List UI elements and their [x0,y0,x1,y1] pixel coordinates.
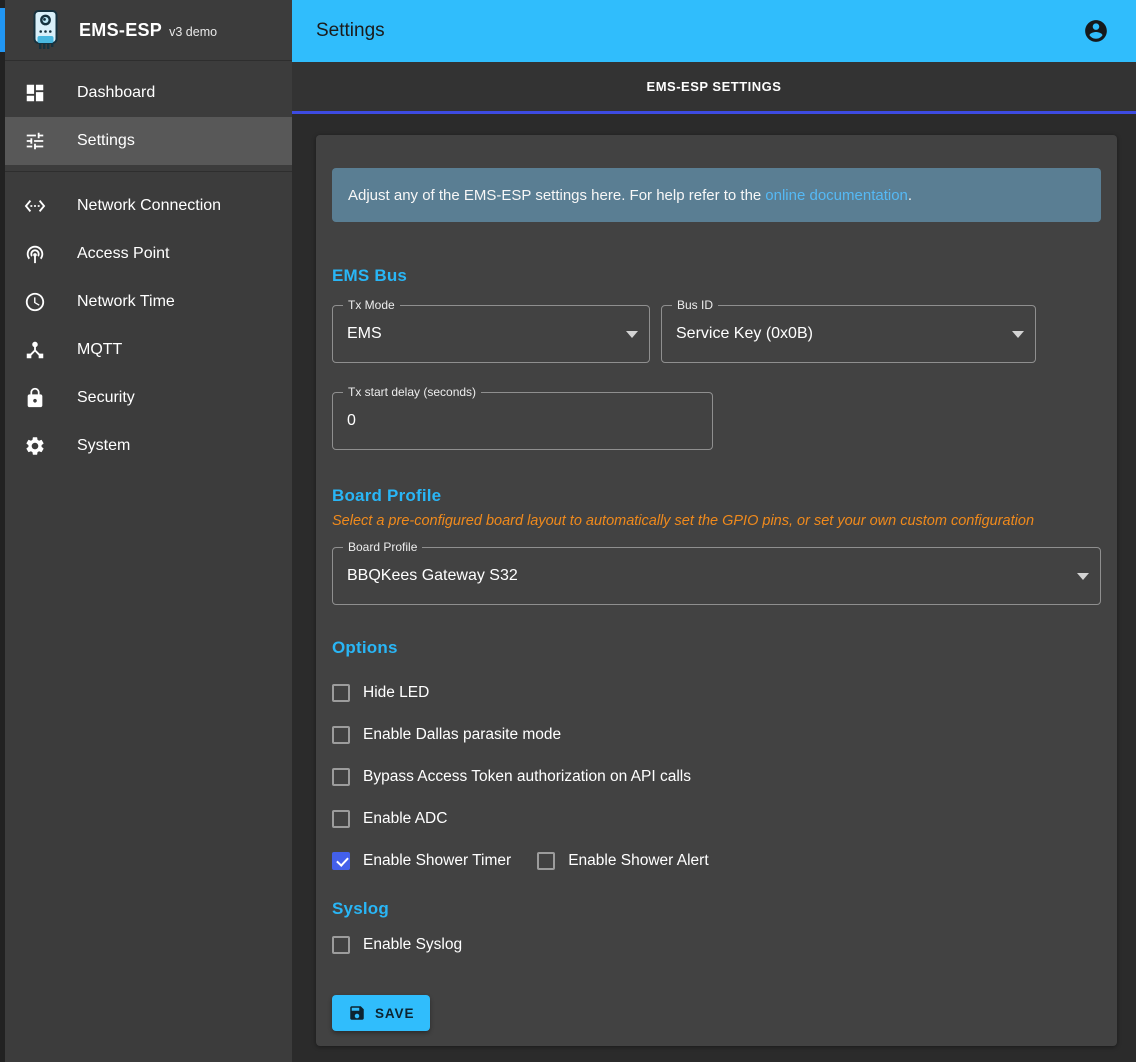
sidebar-item-label: Network Connection [77,197,221,215]
save-button-label: SAVE [375,1006,414,1021]
bypass-token-checkbox[interactable] [332,768,350,786]
sidebar-item-network-connection[interactable]: Network Connection [5,182,292,230]
sidebar-header: EMS-ESP v3 demo [5,0,292,61]
page-title: Settings [316,20,385,42]
save-button[interactable]: SAVE [332,995,430,1031]
tab-bar: EMS-ESP SETTINGS [292,62,1136,114]
sidebar-item-dashboard[interactable]: Dashboard [5,69,292,117]
sidebar-item-settings[interactable]: Settings [5,117,292,165]
shower-timer-checkbox[interactable] [332,852,350,870]
settings-card: Adjust any of the EMS-ESP settings here.… [316,135,1117,1046]
top-app-bar: Settings [292,0,1136,62]
dallas-parasite-checkbox[interactable] [332,726,350,744]
sidebar-item-label: Access Point [77,245,169,263]
enable-adc-checkbox[interactable] [332,810,350,828]
dropdown-arrow-icon [1077,573,1089,580]
sidebar-item-label: Security [77,389,135,407]
sidebar: EMS-ESP v3 demo Dashboard Settings Netwo… [5,0,292,1062]
bus-id-select[interactable]: Bus ID Service Key (0x0B) [661,305,1036,363]
section-title-board-profile: Board Profile [332,486,1101,506]
option-row: Enable Syslog [332,924,1101,966]
board-profile-hint: Select a pre-configured board layout to … [332,513,1101,529]
account-circle-icon [1083,18,1109,44]
sidebar-item-label: Dashboard [77,84,155,102]
board-profile-value: BBQKees Gateway S32 [347,548,518,604]
lock-icon [23,386,47,410]
section-title-options: Options [332,638,1101,658]
option-row: Enable ADC [332,798,1101,840]
board-profile-select[interactable]: Board Profile BBQKees Gateway S32 [332,547,1101,605]
sidebar-item-system[interactable]: System [5,422,292,470]
hide-led-checkbox[interactable] [332,684,350,702]
checkbox-label[interactable]: Hide LED [363,684,429,702]
checkbox-label[interactable]: Bypass Access Token authorization on API… [363,768,691,786]
sidebar-nav-secondary: Network Connection Access Point Network … [5,172,292,470]
wifi-tethering-icon [23,242,47,266]
tx-delay-field[interactable]: Tx start delay (seconds) [332,392,713,450]
info-banner: Adjust any of the EMS-ESP settings here.… [332,168,1101,222]
checkbox-label[interactable]: Enable Syslog [363,936,462,954]
option-row: Bypass Access Token authorization on API… [332,756,1101,798]
clock-icon [23,290,47,314]
sidebar-item-security[interactable]: Security [5,374,292,422]
save-icon [348,1004,366,1022]
online-documentation-link[interactable]: online documentation [765,187,908,204]
enable-syslog-checkbox[interactable] [332,936,350,954]
sidebar-item-mqtt[interactable]: MQTT [5,326,292,374]
dropdown-arrow-icon [1012,331,1024,338]
banner-text-end: . [908,187,912,204]
dashboard-icon [23,81,47,105]
account-button[interactable] [1079,14,1113,48]
checkbox-label[interactable]: Enable Shower Timer [363,852,511,870]
options-list: Hide LED Enable Dallas parasite mode Byp… [332,672,1101,882]
checkbox-label[interactable]: Enable Shower Alert [568,852,708,870]
dropdown-arrow-icon [626,331,638,338]
app-name: EMS-ESP [79,20,162,41]
bus-id-value: Service Key (0x0B) [676,306,813,362]
hub-icon [23,338,47,362]
tune-icon [23,129,47,153]
sidebar-item-access-point[interactable]: Access Point [5,230,292,278]
main-content: Adjust any of the EMS-ESP settings here.… [292,114,1136,1062]
app-title: EMS-ESP v3 demo [79,20,217,41]
tab-ems-esp-settings[interactable]: EMS-ESP SETTINGS [292,62,1136,111]
option-row: Hide LED [332,672,1101,714]
tab-label: EMS-ESP SETTINGS [647,79,782,94]
option-row: Enable Dallas parasite mode [332,714,1101,756]
sidebar-item-label: System [77,437,130,455]
sidebar-item-label: Settings [77,132,135,150]
checkbox-label[interactable]: Enable ADC [363,810,447,828]
tx-delay-input[interactable] [347,412,677,430]
tx-mode-select[interactable]: Tx Mode EMS [332,305,650,363]
banner-text: Adjust any of the EMS-ESP settings here.… [348,187,761,204]
option-row: Enable Shower Timer Enable Shower Alert [332,840,1101,882]
checkbox-label[interactable]: Enable Dallas parasite mode [363,726,561,744]
sidebar-nav-primary: Dashboard Settings [5,61,292,165]
section-title-syslog: Syslog [332,899,1101,919]
app-logo-icon [32,9,59,51]
shower-alert-checkbox[interactable] [537,852,555,870]
sidebar-item-label: MQTT [77,341,122,359]
app-version: v3 demo [169,25,217,39]
gear-icon [23,434,47,458]
tx-mode-value: EMS [347,306,382,362]
sidebar-item-label: Network Time [77,293,175,311]
ems-bus-fields: Tx Mode EMS Bus ID Service Key (0x0B) [332,305,1101,363]
sidebar-item-network-time[interactable]: Network Time [5,278,292,326]
ethernet-icon [23,194,47,218]
section-title-ems-bus: EMS Bus [332,266,1101,286]
